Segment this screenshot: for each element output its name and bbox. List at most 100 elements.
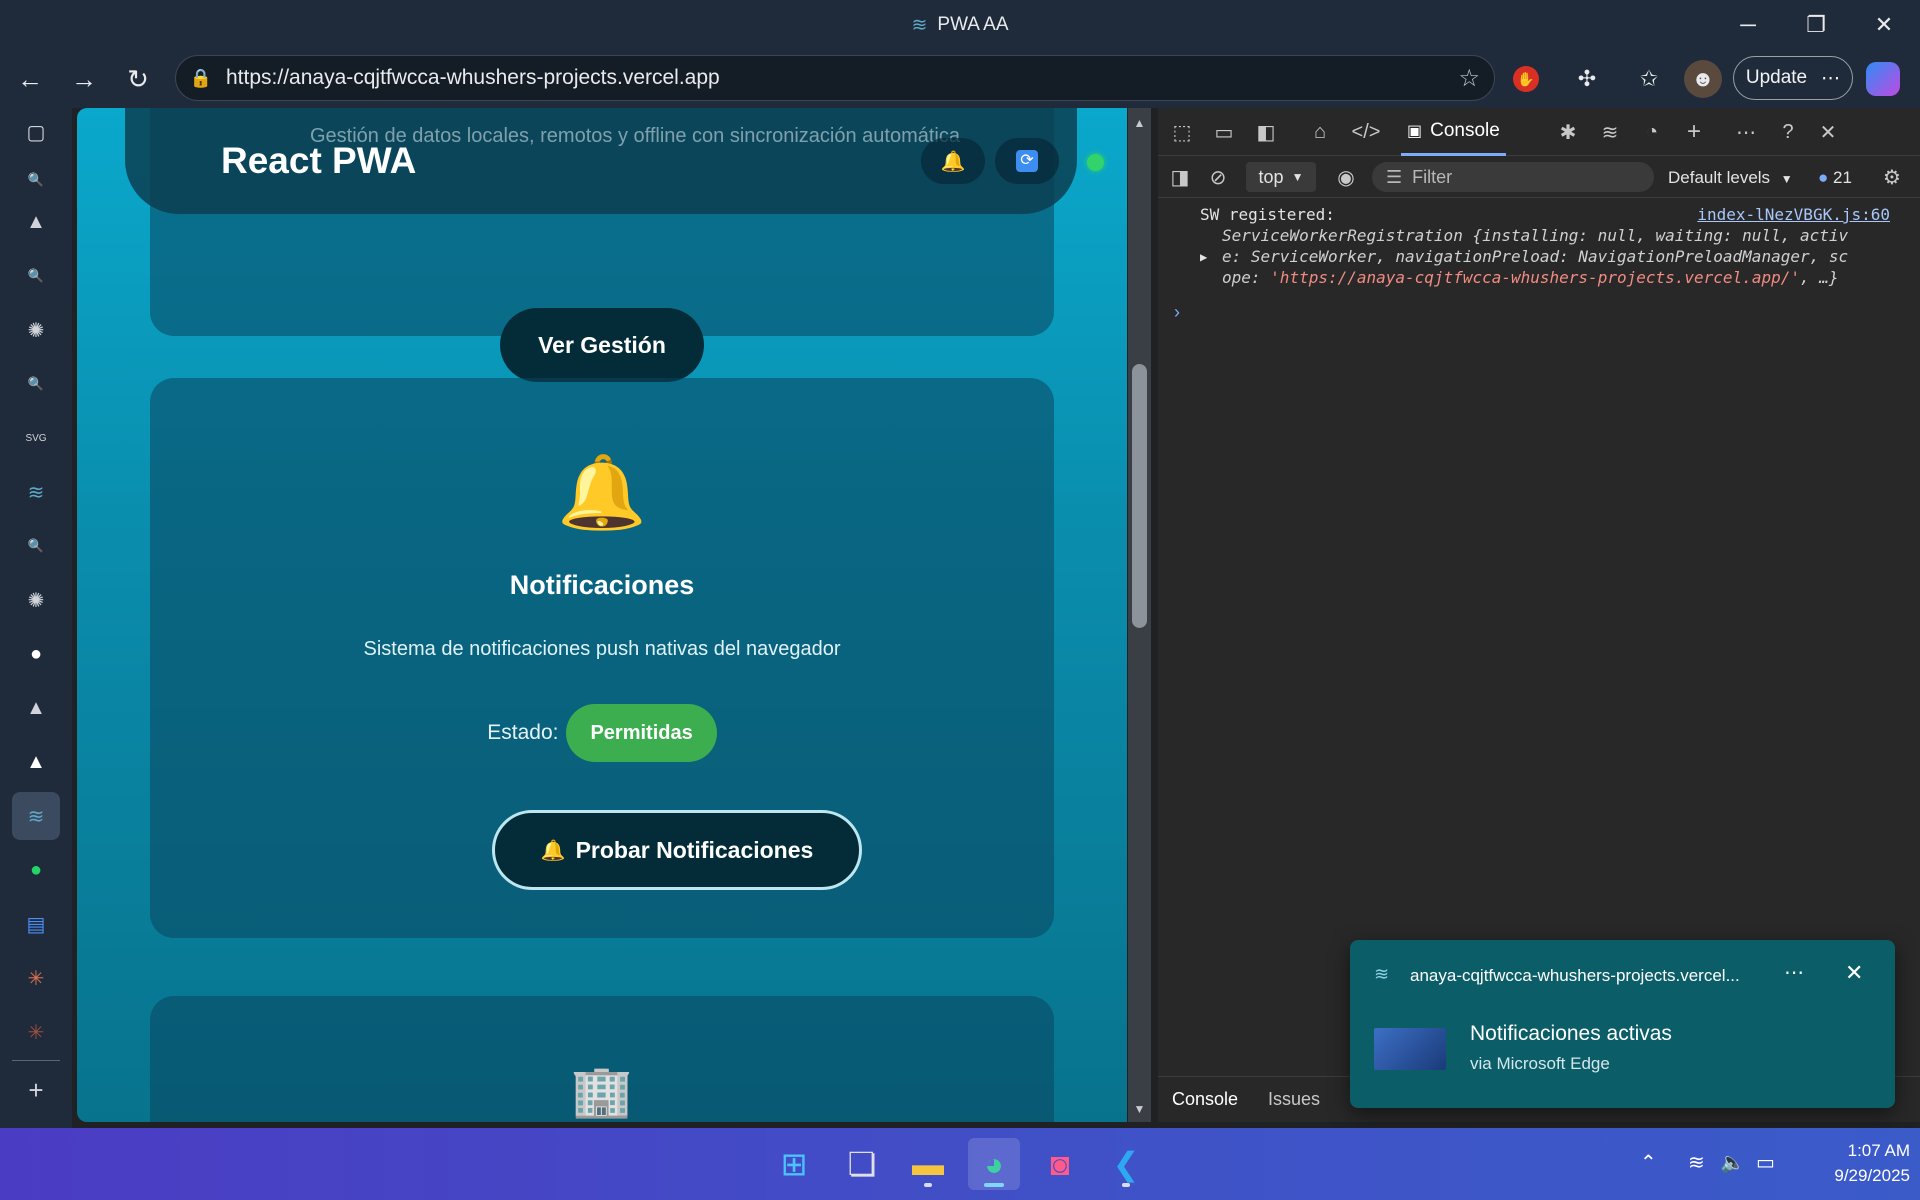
sources-bug-icon[interactable]: ✱ — [1554, 118, 1582, 146]
kali-icon[interactable]: ≋ — [12, 792, 60, 840]
toast-subtitle: via Microsoft Edge — [1470, 1054, 1610, 1073]
welcome-home-icon[interactable]: ⌂ — [1306, 118, 1334, 146]
windows-start-icon[interactable]: ⊞ — [768, 1138, 820, 1190]
notifications-card: 🔔 Notificaciones Sistema de notificacion… — [150, 378, 1054, 938]
vercel-icon[interactable]: ▲ — [12, 684, 60, 732]
add-sidebar-app-icon[interactable]: + — [12, 1066, 60, 1114]
clock-date: 9/29/2025 — [1834, 1166, 1910, 1185]
dock-side-icon[interactable]: ◧ — [1252, 118, 1280, 146]
edge-browser-icon[interactable]: ◕ — [968, 1138, 1020, 1190]
show-hidden-icons-chevron[interactable]: ⌃ — [1640, 1150, 1657, 1175]
log-levels-dropdown[interactable]: Default levels ▼ — [1668, 168, 1793, 188]
filter-input[interactable]: ☰ Filter — [1372, 162, 1654, 192]
vscode-icon[interactable]: ❮ — [1100, 1138, 1152, 1190]
favorites-icon[interactable]: ✩ — [1630, 60, 1668, 98]
filter-placeholder: Filter — [1412, 166, 1453, 187]
message-count[interactable]: ● 21 — [1818, 168, 1852, 188]
help-icon[interactable]: ? — [1774, 118, 1802, 146]
notifications-description: Sistema de notificaciones push nativas d… — [363, 638, 841, 660]
console-prompt-icon[interactable]: › — [1174, 302, 1180, 323]
search-icon[interactable]: 🔍 — [12, 360, 60, 408]
system-clock[interactable]: 1:07 AM 9/29/2025 — [1792, 1138, 1910, 1188]
log-source-link[interactable]: index-lNezVBGK.js:60 — [1697, 204, 1890, 225]
docs-icon[interactable]: ▤ — [12, 900, 60, 948]
bell-icon: 🔔 — [557, 453, 647, 533]
elements-icon[interactable]: </> — [1352, 118, 1381, 146]
copilot-icon[interactable] — [1866, 62, 1900, 96]
tab-actions-icon[interactable]: ▢ — [12, 108, 60, 156]
kali-icon[interactable]: ≋ — [12, 468, 60, 516]
notifications-toggle-button[interactable]: 🔔 — [921, 138, 985, 184]
context-select[interactable]: top ▼ — [1246, 162, 1316, 192]
test-notifications-button[interactable]: 🔔 Probar Notificaciones — [492, 810, 862, 890]
performance-icon[interactable]: ◔ — [1638, 118, 1666, 146]
minimize-button[interactable]: ─ — [1714, 0, 1782, 50]
favorite-star-icon[interactable]: ☆ — [1458, 64, 1480, 93]
inspect-element-icon[interactable]: ⬚ — [1168, 118, 1196, 146]
log-scope-suffix: , …} — [1799, 268, 1839, 287]
devtools-tabbar: ⬚ ▭ ◧ ⌂ </> ▣ Console ✱ ≋ ◔ + ⋯ ? ✕ — [1158, 108, 1920, 156]
extensions-icon[interactable]: ✣ — [1568, 60, 1606, 98]
page-scrollbar[interactable]: ▲ ▼ — [1128, 108, 1151, 1122]
search-icon[interactable]: 🔍 — [12, 156, 60, 204]
app-header: Gestión de datos locales, remotos y offl… — [125, 108, 1104, 214]
view-management-button[interactable]: Ver Gestión — [500, 308, 704, 382]
tab-console[interactable]: ▣ Console — [1401, 108, 1506, 156]
vercel-icon[interactable]: ▲ — [12, 198, 60, 246]
more-options-icon: ⋯ — [1821, 67, 1841, 89]
sync-button[interactable]: ⟳ — [995, 138, 1059, 184]
lock-icon[interactable]: 🔒 — [176, 68, 226, 89]
search-icon[interactable]: 🔍 — [12, 522, 60, 570]
file-explorer-icon[interactable]: ▬ — [902, 1138, 954, 1190]
device-emulation-icon[interactable]: ▭ — [1210, 118, 1238, 146]
app-icon[interactable]: ◙ — [1034, 1138, 1086, 1190]
console-settings-gear-icon[interactable]: ⚙ — [1878, 163, 1906, 191]
drawer-tab-console[interactable]: Console — [1172, 1089, 1238, 1110]
customize-more-icon[interactable]: ⋯ — [1732, 118, 1760, 146]
scroll-up-arrow[interactable]: ▲ — [1128, 116, 1151, 130]
url-text[interactable]: https://anaya-cqjtfwcca-whushers-project… — [226, 66, 720, 90]
window-title: PWA AA — [937, 14, 1009, 35]
update-button[interactable]: Update ⋯ — [1733, 56, 1853, 100]
address-bar[interactable]: 🔒 https://anaya-cqjtfwcca-whushers-proje… — [175, 55, 1495, 101]
wifi-icon[interactable]: ≋ — [1688, 1150, 1705, 1175]
volume-icon[interactable]: 🔈 — [1720, 1150, 1745, 1175]
forward-button[interactable]: → — [57, 52, 111, 106]
message-icon: ● — [1818, 168, 1829, 187]
chatgpt-icon[interactable]: ✺ — [12, 576, 60, 624]
scrollbar-thumb[interactable] — [1132, 364, 1147, 628]
task-view-icon[interactable]: ❏ — [836, 1138, 888, 1190]
scroll-down-arrow[interactable]: ▼ — [1128, 1102, 1151, 1116]
close-devtools-icon[interactable]: ✕ — [1814, 118, 1842, 146]
refresh-button[interactable]: ↻ — [111, 52, 165, 106]
battery-icon[interactable]: ▭ — [1756, 1150, 1775, 1175]
back-button[interactable]: ← — [3, 52, 57, 106]
search-icon[interactable]: 🔍 — [12, 252, 60, 300]
adblock-extension-icon[interactable]: ✋ — [1513, 66, 1539, 92]
clear-console-icon[interactable]: ⊘ — [1204, 163, 1232, 191]
chatgpt-icon[interactable]: ✺ — [12, 306, 60, 354]
profile-avatar[interactable]: ☻ — [1684, 60, 1722, 98]
status-row: Estado: Permitidas — [150, 704, 1054, 762]
restore-button[interactable]: ❐ — [1782, 0, 1850, 50]
notification-toast[interactable]: ≋ anaya-cqjtfwcca-whushers-projects.verc… — [1350, 940, 1895, 1108]
claude-icon[interactable]: ✳ — [12, 954, 60, 1002]
more-tools-plus-icon[interactable]: + — [1680, 118, 1708, 146]
claude-icon[interactable]: ✳ — [12, 1008, 60, 1056]
live-expression-eye-icon[interactable]: ◉ — [1332, 163, 1360, 191]
expand-arrow-icon[interactable]: ▶ — [1200, 247, 1207, 268]
close-window-button[interactable]: ✕ — [1850, 0, 1918, 50]
github-icon[interactable]: ● — [12, 630, 60, 678]
svg-tool-icon[interactable]: SVG — [12, 414, 60, 462]
toast-close-icon[interactable]: ✕ — [1845, 960, 1863, 986]
sidebar-divider — [12, 1060, 60, 1061]
whatsapp-icon[interactable]: ● — [12, 846, 60, 894]
toast-origin: anaya-cqjtfwcca-whushers-projects.vercel… — [1410, 966, 1740, 985]
toast-more-options-icon[interactable]: ⋯ — [1784, 960, 1804, 985]
vercel-icon[interactable]: ▲ — [12, 738, 60, 786]
sidebar-toggle-icon[interactable]: ◨ — [1166, 163, 1194, 191]
network-icon[interactable]: ≋ — [1596, 118, 1624, 146]
kali-icon: ≋ — [1374, 964, 1390, 984]
drawer-tab-issues[interactable]: Issues — [1268, 1089, 1320, 1110]
log-message: SW registered: — [1200, 205, 1335, 224]
